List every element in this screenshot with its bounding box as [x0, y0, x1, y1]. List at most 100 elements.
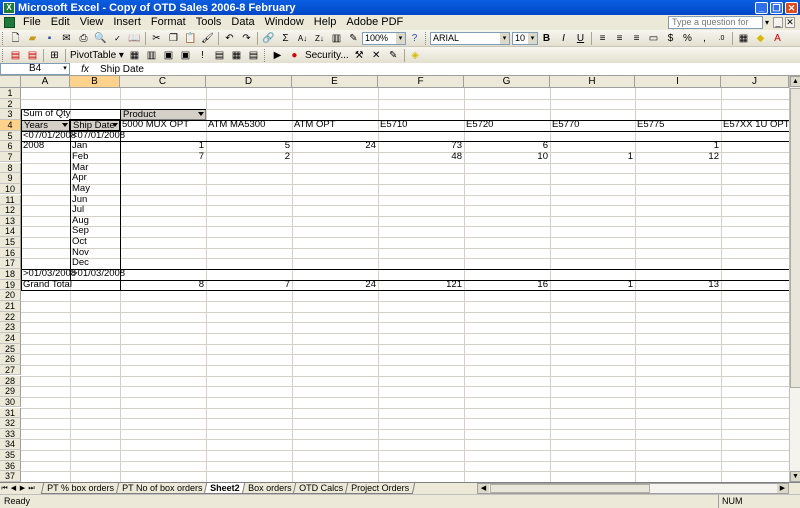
grand-total-cell[interactable]: 1 — [550, 279, 635, 291]
toolbar-grip[interactable] — [2, 31, 5, 45]
scroll-right-icon[interactable]: ▶ — [777, 484, 788, 493]
product-header[interactable]: ATM MA5300 — [206, 119, 292, 131]
run-macro-icon[interactable]: ▶ — [271, 49, 284, 62]
vertical-scrollbar[interactable]: ▲ ▼ — [789, 76, 800, 482]
workbook-icon[interactable] — [4, 16, 15, 28]
excel-app-icon[interactable]: X — [3, 1, 15, 14]
font-size-select[interactable]: 10 ▾ — [512, 31, 538, 45]
row-header[interactable]: 2 — [0, 98, 21, 110]
drawing-icon[interactable]: ✎ — [347, 32, 360, 45]
tab-pt-percent-box-orders[interactable]: PT % box orders — [40, 483, 121, 494]
toolbar-grip[interactable] — [2, 48, 5, 62]
align-right-icon[interactable]: ≡ — [630, 32, 643, 45]
row-header[interactable]: 10 — [0, 183, 21, 195]
increase-decimal-icon[interactable]: .0 — [715, 32, 728, 45]
control-toolbox-icon[interactable]: ⚒ — [353, 49, 366, 62]
toolbar-grip[interactable] — [263, 48, 267, 62]
pivot-data-field[interactable]: Sum of Qty — [21, 109, 71, 120]
scroll-left-icon[interactable]: ◀ — [478, 484, 489, 493]
pivot-value-cell[interactable]: 2 — [206, 151, 292, 163]
column-header-i[interactable]: I — [635, 76, 721, 88]
tab-box-orders[interactable]: Box orders — [241, 483, 298, 494]
tab-sheet2[interactable]: Sheet2 — [204, 483, 246, 494]
minimize-button[interactable]: _ — [755, 1, 768, 14]
hyperlink-icon[interactable]: 🔗 — [262, 32, 275, 45]
menu-format[interactable]: Format — [146, 16, 191, 28]
name-box-dropdown-icon[interactable]: ▾ — [61, 64, 69, 74]
save-icon[interactable]: ▪ — [43, 32, 56, 45]
doc-close-button[interactable]: ✕ — [785, 17, 795, 28]
row-header[interactable]: 7 — [0, 151, 21, 163]
field-list-icon[interactable]: ▤ — [247, 49, 260, 62]
row-header[interactable]: 17 — [0, 258, 21, 269]
row-header[interactable]: 8 — [0, 162, 21, 174]
menu-view[interactable]: View — [75, 16, 109, 28]
menu-tools[interactable]: Tools — [191, 16, 227, 28]
grand-total-cell[interactable]: 8 — [120, 279, 206, 291]
chart-wizard-icon[interactable]: ▥ — [330, 32, 343, 45]
column-header-e[interactable]: E — [292, 76, 378, 88]
years-dropdown-icon[interactable] — [62, 122, 68, 127]
row-header[interactable]: 20 — [0, 290, 21, 301]
row-header[interactable]: 19 — [0, 279, 21, 291]
pivottable-menu[interactable]: PivotTable ▾ — [68, 50, 126, 61]
grand-total-cell[interactable]: 24 — [292, 279, 378, 291]
borders-icon[interactable]: ▦ — [737, 32, 750, 45]
row-header[interactable]: 33 — [0, 428, 21, 440]
row-header[interactable]: 32 — [0, 418, 21, 429]
row-header[interactable]: 9 — [0, 173, 21, 184]
adobe-email-icon[interactable]: ▤ — [26, 49, 39, 62]
pivot-row-label[interactable]: >01/03/2008 — [70, 268, 125, 280]
insert-function-icon[interactable]: fx — [70, 64, 100, 75]
row-header[interactable]: 22 — [0, 311, 21, 323]
pivot-value-cell[interactable]: 12 — [635, 151, 721, 163]
row-header[interactable]: 1 — [0, 88, 21, 99]
sort-descending-icon[interactable]: Z↓ — [313, 32, 326, 45]
row-header[interactable]: 5 — [0, 130, 21, 142]
row-header[interactable]: 23 — [0, 322, 21, 333]
menu-file[interactable]: File — [18, 16, 46, 28]
row-header[interactable]: 6 — [0, 141, 21, 152]
restore-button[interactable]: ❐ — [770, 1, 783, 14]
pivot-value-cell[interactable]: 1 — [550, 151, 635, 163]
column-header-h[interactable]: H — [550, 76, 635, 88]
fill-color-icon[interactable]: ◆ — [754, 32, 767, 45]
merge-center-icon[interactable]: ▭ — [647, 32, 660, 45]
copy-icon[interactable]: ❐ — [167, 32, 180, 45]
row-header[interactable]: 36 — [0, 460, 21, 472]
select-all-button[interactable] — [0, 76, 21, 88]
row-header[interactable]: 13 — [0, 215, 21, 227]
product-dropdown-icon[interactable] — [198, 112, 204, 117]
first-sheet-icon[interactable]: ⏮ — [0, 484, 9, 494]
menu-adobe-pdf[interactable]: Adobe PDF — [341, 16, 408, 28]
next-sheet-icon[interactable]: ▶ — [18, 484, 27, 494]
refresh-icon[interactable]: ! — [196, 49, 209, 62]
open-icon[interactable]: ▰ — [26, 32, 39, 45]
grand-total-cell[interactable]: 121 — [378, 279, 464, 291]
row-header[interactable]: 27 — [0, 364, 21, 376]
menu-help[interactable]: Help — [309, 16, 342, 28]
product-header[interactable]: E5710 — [378, 119, 464, 131]
visual-basic-icon[interactable]: ✎ — [387, 49, 400, 62]
grand-total-cell[interactable]: 7 — [206, 279, 292, 291]
help-search-input[interactable]: Type a question for help — [668, 16, 763, 38]
row-header[interactable]: 16 — [0, 247, 21, 259]
bold-icon[interactable]: B — [540, 32, 553, 45]
currency-icon[interactable]: $ — [664, 32, 677, 45]
row-header[interactable]: 14 — [0, 226, 21, 238]
pivot-value-cell[interactable]: 1 — [120, 141, 206, 152]
row-header[interactable]: 35 — [0, 450, 21, 461]
show-detail-icon[interactable]: ▣ — [179, 49, 192, 62]
row-header[interactable]: 4 — [0, 119, 21, 131]
font-name-select[interactable]: ARIAL ▾ — [430, 31, 510, 45]
toolbar-grip[interactable] — [425, 31, 428, 45]
pivot-grip-icon[interactable]: ⊞ — [48, 49, 61, 62]
product-header[interactable]: E5775 — [635, 119, 721, 131]
cut-icon[interactable]: ✂ — [150, 32, 163, 45]
pivot-value-cell[interactable]: 48 — [378, 151, 464, 163]
edit-comment-icon[interactable]: ◈ — [409, 49, 422, 62]
chart-wizard-pt-icon[interactable]: ▥ — [145, 49, 158, 62]
help-icon[interactable]: ? — [408, 32, 421, 45]
doc-minimize-button[interactable]: _ — [773, 17, 783, 28]
format-painter-icon[interactable]: 🖌 — [201, 32, 214, 45]
